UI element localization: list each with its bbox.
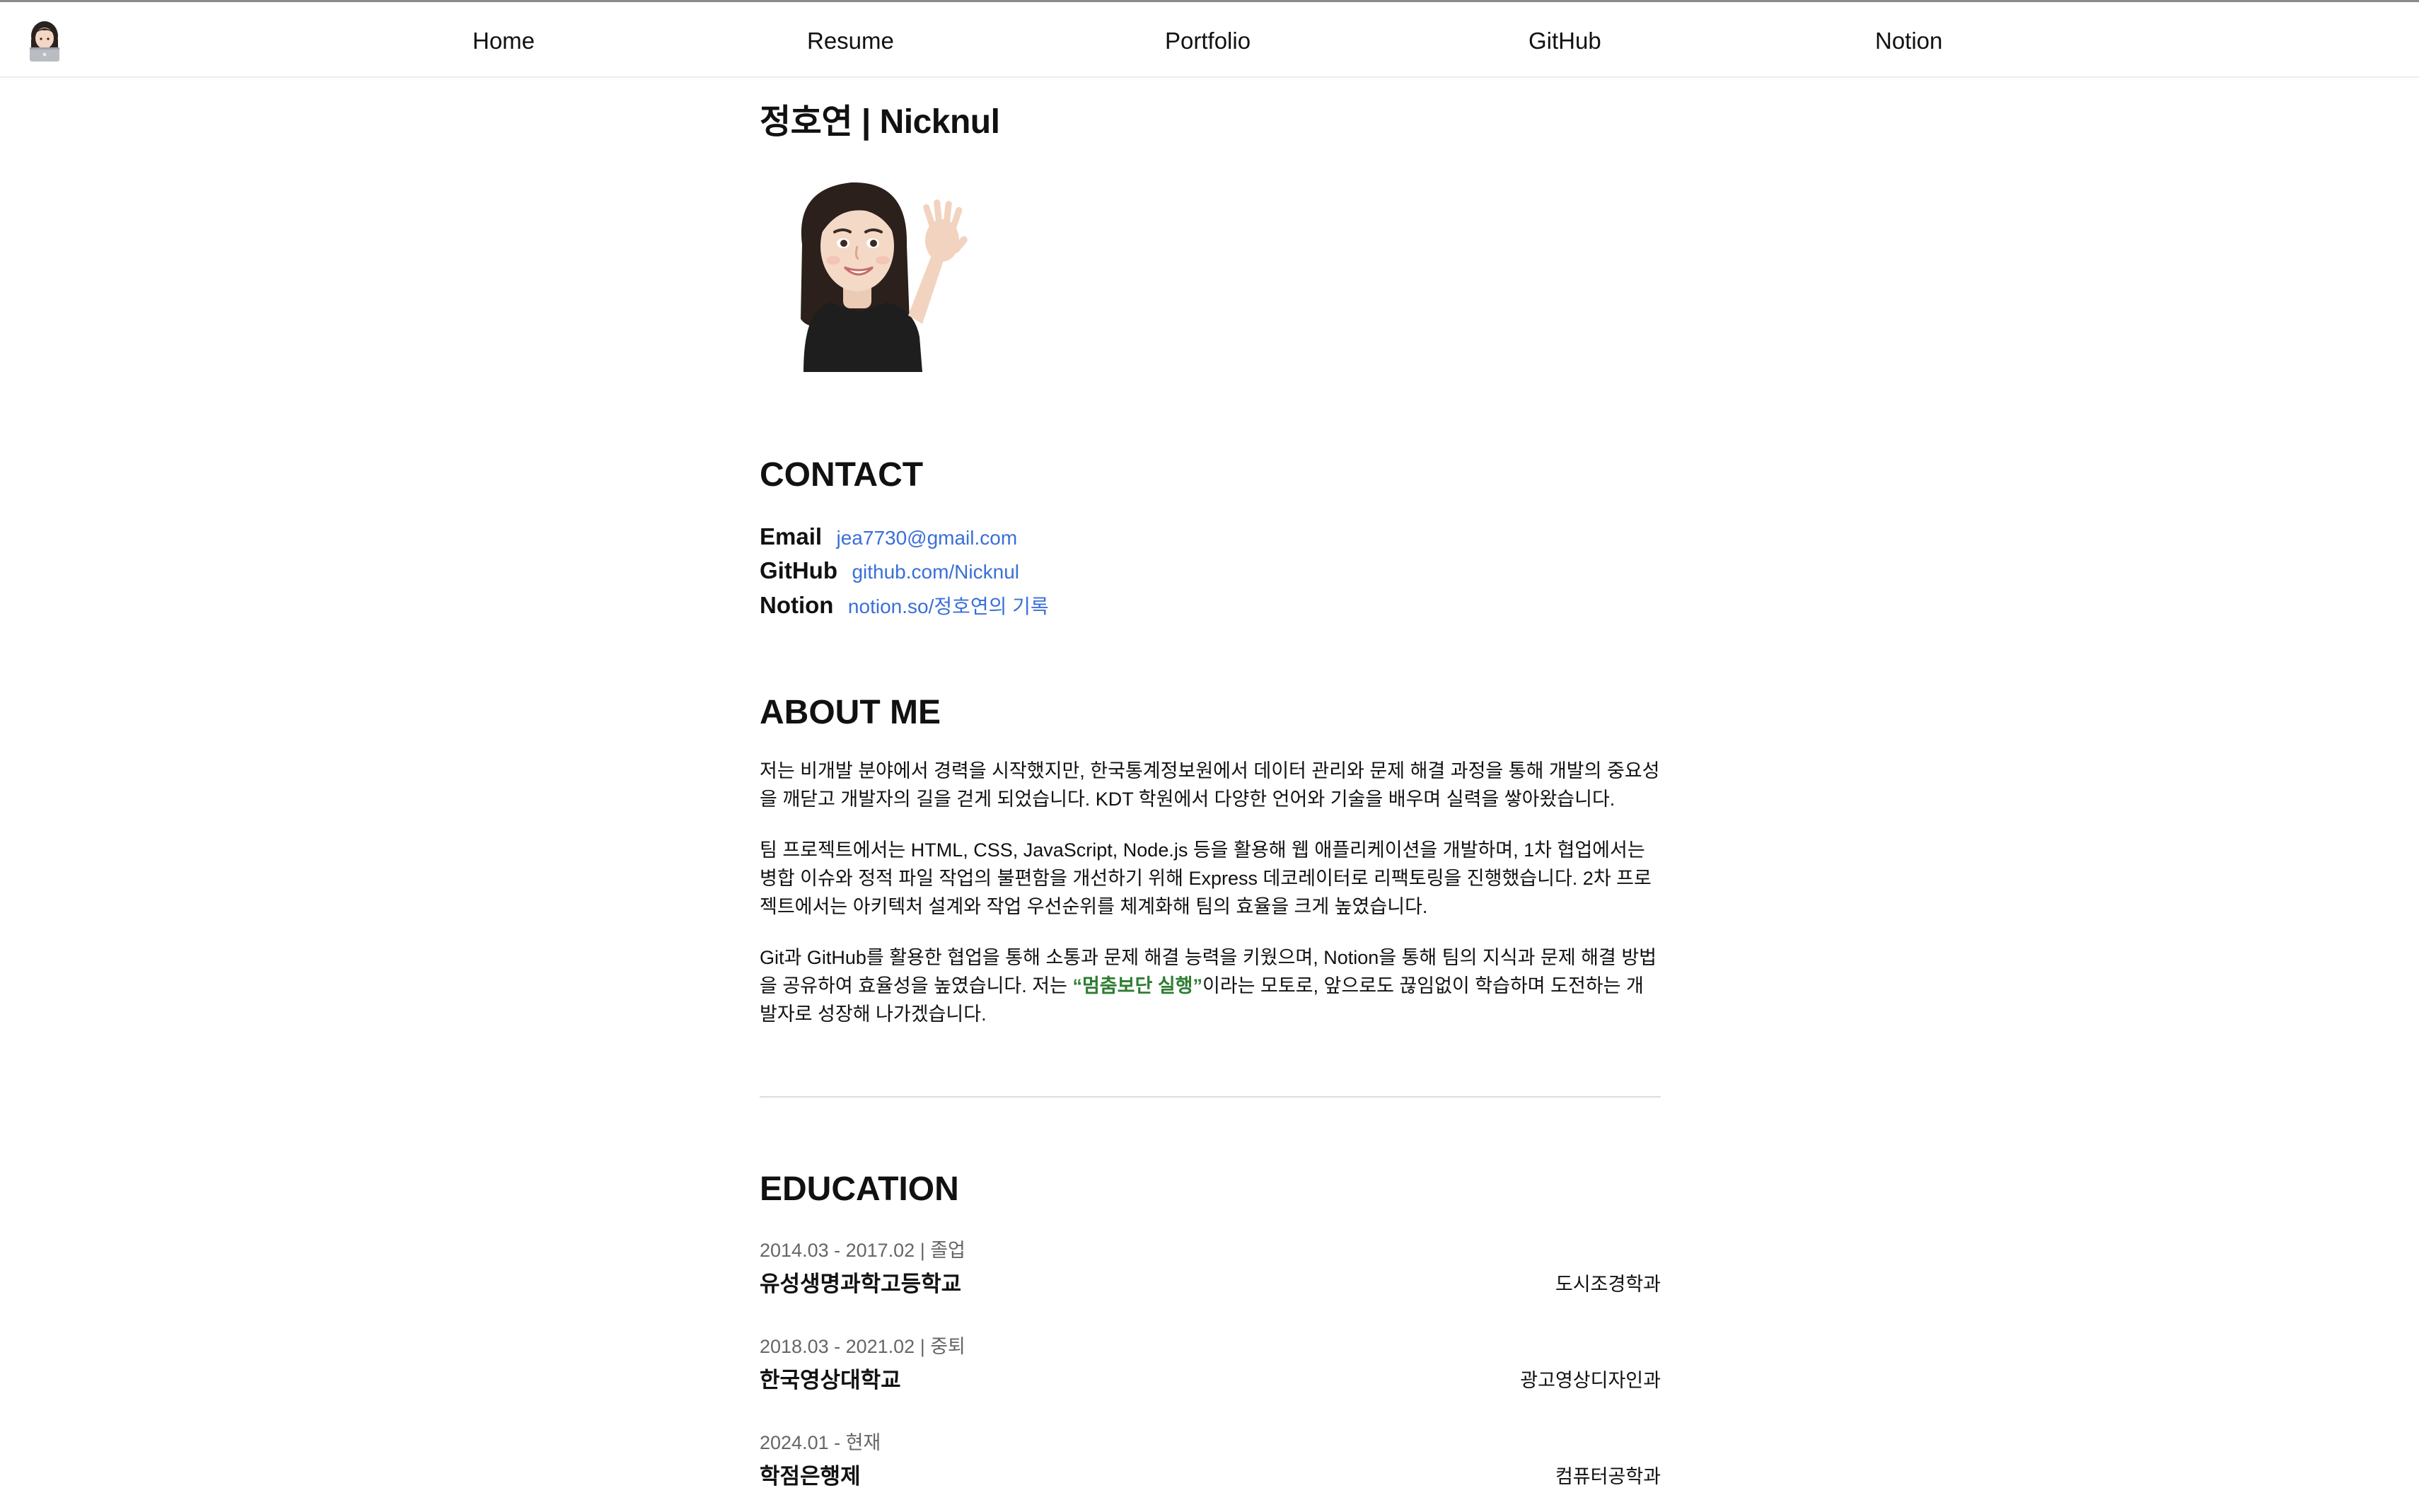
logo-avatar-icon[interactable]	[24, 19, 65, 63]
education-major: 도시조경학과	[1555, 1274, 1661, 1295]
nav-notion-link[interactable]: Notion	[1875, 28, 1942, 54]
education-school: 유성생명과학고등학교	[760, 1272, 962, 1296]
github-link[interactable]: github.com/Nicknul	[852, 561, 1019, 583]
motto-highlight: “멈춤보단 실행”	[1072, 975, 1202, 996]
contact-row-email: Email jea7730@gmail.com	[760, 523, 1017, 550]
education-period: 2014.03 - 2017.02 | 졸업	[760, 1240, 965, 1261]
resume-page: Home Resume Portfolio GitHub Notion 정호연 …	[0, 0, 2419, 1512]
education-major: 컴퓨터공학과	[1555, 1466, 1661, 1487]
about-paragraph-1: 저는 비개발 분야에서 경력을 시작했지만, 한국통계정보원에서 데이터 관리와…	[760, 760, 1660, 810]
nav-home-link[interactable]: Home	[472, 28, 535, 54]
nav-github-link[interactable]: GitHub	[1528, 28, 1601, 54]
about-paragraph-3: Git과 GitHub를 활용한 협업을 통해 소통과 문제 해결 능력을 키웠…	[760, 943, 1661, 1028]
contact-label: Notion	[760, 592, 834, 618]
education-school: 한국영상대학교	[760, 1368, 901, 1392]
contact-label: Email	[760, 523, 823, 549]
waving-memoji-avatar-icon	[788, 167, 986, 372]
email-link[interactable]: jea7730@gmail.com	[837, 527, 1018, 549]
nav-resume-link[interactable]: Resume	[807, 28, 894, 54]
section-divider	[760, 1096, 1661, 1098]
contact-heading: CONTACT	[760, 456, 924, 494]
education-major: 광고영상디자인과	[1520, 1370, 1661, 1391]
education-school: 학점은행제	[760, 1464, 861, 1489]
education-period: 2018.03 - 2021.02 | 중퇴	[760, 1336, 965, 1357]
about-heading: ABOUT ME	[760, 694, 941, 731]
page-title: 정호연 | Nicknul	[760, 103, 1000, 141]
contact-label: GitHub	[760, 557, 837, 583]
education-heading: EDUCATION	[760, 1170, 959, 1208]
top-navigation-bar: Home Resume Portfolio GitHub Notion	[0, 0, 2419, 78]
about-paragraph-2: 팀 프로젝트에서는 HTML, CSS, JavaScript, Node.js…	[760, 839, 1652, 917]
education-period: 2024.01 - 현재	[760, 1432, 881, 1453]
nav-portfolio-link[interactable]: Portfolio	[1165, 28, 1251, 54]
contact-row-notion: Notion notion.so/정호연의 기록	[760, 591, 1049, 620]
contact-row-github: GitHub github.com/Nicknul	[760, 557, 1019, 584]
notion-link[interactable]: notion.so/정호연의 기록	[848, 595, 1049, 617]
